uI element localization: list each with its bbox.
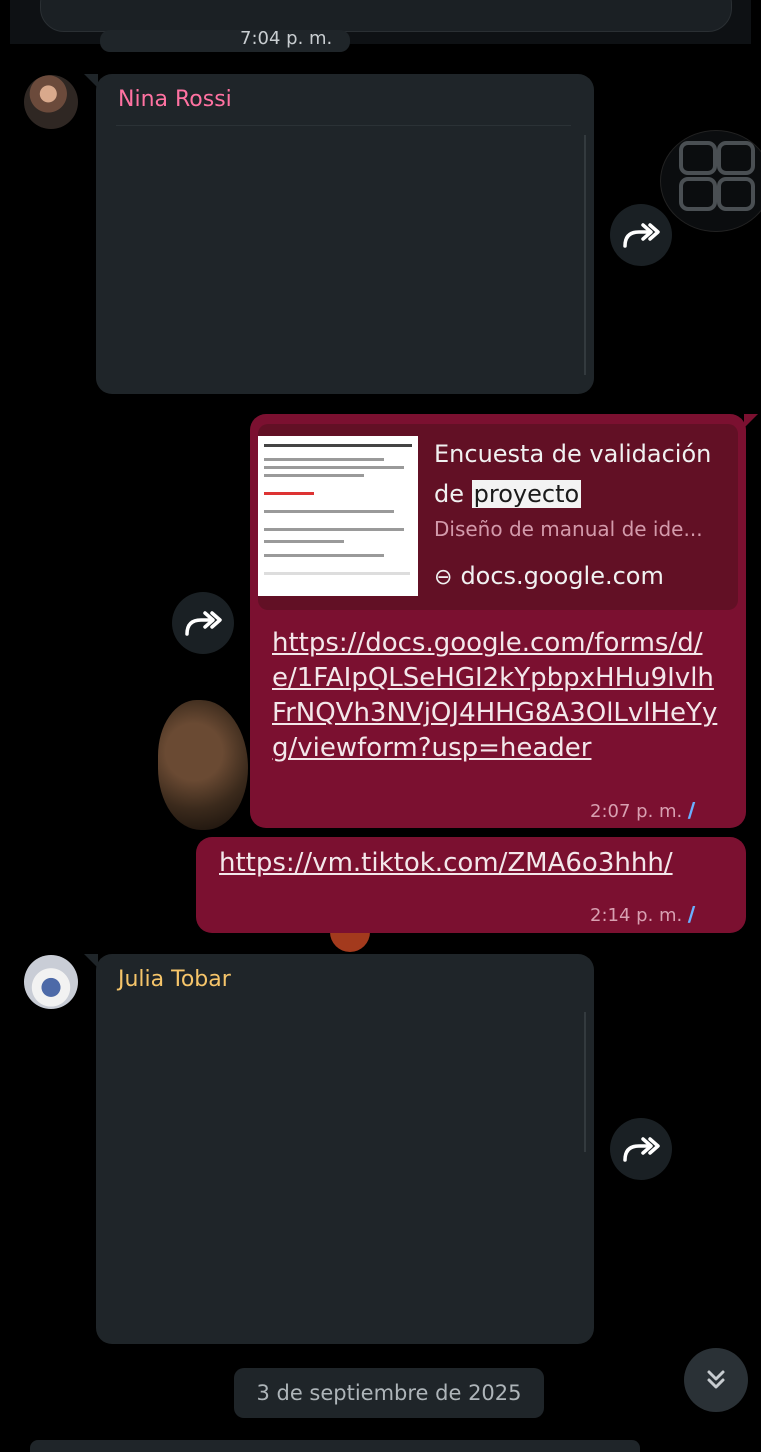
- date-separator: 3 de septiembre de 2025: [234, 1368, 544, 1418]
- message-link[interactable]: https://vm.tiktok.com/ZMA6o3hhh/: [219, 848, 673, 878]
- top-input-pill[interactable]: [40, 0, 732, 32]
- incoming-message-nina[interactable]: [96, 74, 594, 394]
- forward-button[interactable]: [610, 204, 672, 266]
- scroll-to-bottom-button[interactable]: [684, 1348, 748, 1412]
- avatar-julia-tobar[interactable]: [24, 955, 78, 1009]
- background-sticker: [330, 930, 370, 952]
- previous-time-text: 7:04 p. m.: [240, 28, 333, 49]
- double-check-icon: //: [687, 798, 695, 822]
- message-link[interactable]: https://docs.google.com/forms/d/e/1FAIpQ…: [272, 626, 722, 766]
- link-preview-title: Encuesta de validación de proyecto: [434, 434, 734, 514]
- next-message-bubble[interactable]: [30, 1440, 640, 1452]
- sender-name[interactable]: Nina Rossi: [118, 86, 232, 114]
- sender-name[interactable]: Julia Tobar: [118, 966, 231, 994]
- forward-icon: [623, 1137, 660, 1162]
- background-sticker: [158, 700, 248, 830]
- content-edge: [584, 1012, 586, 1152]
- message-meta: 2:07 p. m. //: [590, 798, 695, 822]
- preview-title-highlight: proyecto: [471, 480, 582, 508]
- link-icon: ⊖: [434, 565, 453, 590]
- link-preview-description: Diseño de manual de ide...: [434, 517, 703, 541]
- double-chevron-down-icon: [707, 1370, 725, 1389]
- content-divider: [116, 125, 571, 126]
- content-edge: [584, 135, 586, 375]
- forward-button[interactable]: [172, 592, 234, 654]
- avatar-nina-rossi[interactable]: [24, 75, 78, 129]
- message-time: 2:07 p. m.: [590, 801, 683, 822]
- forward-icon: [185, 611, 222, 636]
- forward-button[interactable]: [610, 1118, 672, 1180]
- message-time: 2:14 p. m.: [590, 905, 683, 926]
- message-meta: 2:14 p. m. //: [590, 902, 695, 926]
- link-preview-domain: ⊖ docs.google.com: [434, 562, 664, 590]
- double-check-icon: //: [687, 902, 695, 926]
- link-preview-thumbnail[interactable]: [258, 436, 418, 596]
- preview-domain-text: docs.google.com: [460, 562, 664, 590]
- forward-icon: [623, 223, 660, 248]
- previous-message-time: 7:04 p. m.: [100, 30, 350, 52]
- floating-grid-button[interactable]: [660, 130, 761, 232]
- bubble-tail: [744, 414, 758, 428]
- incoming-message-julia[interactable]: [96, 954, 594, 1344]
